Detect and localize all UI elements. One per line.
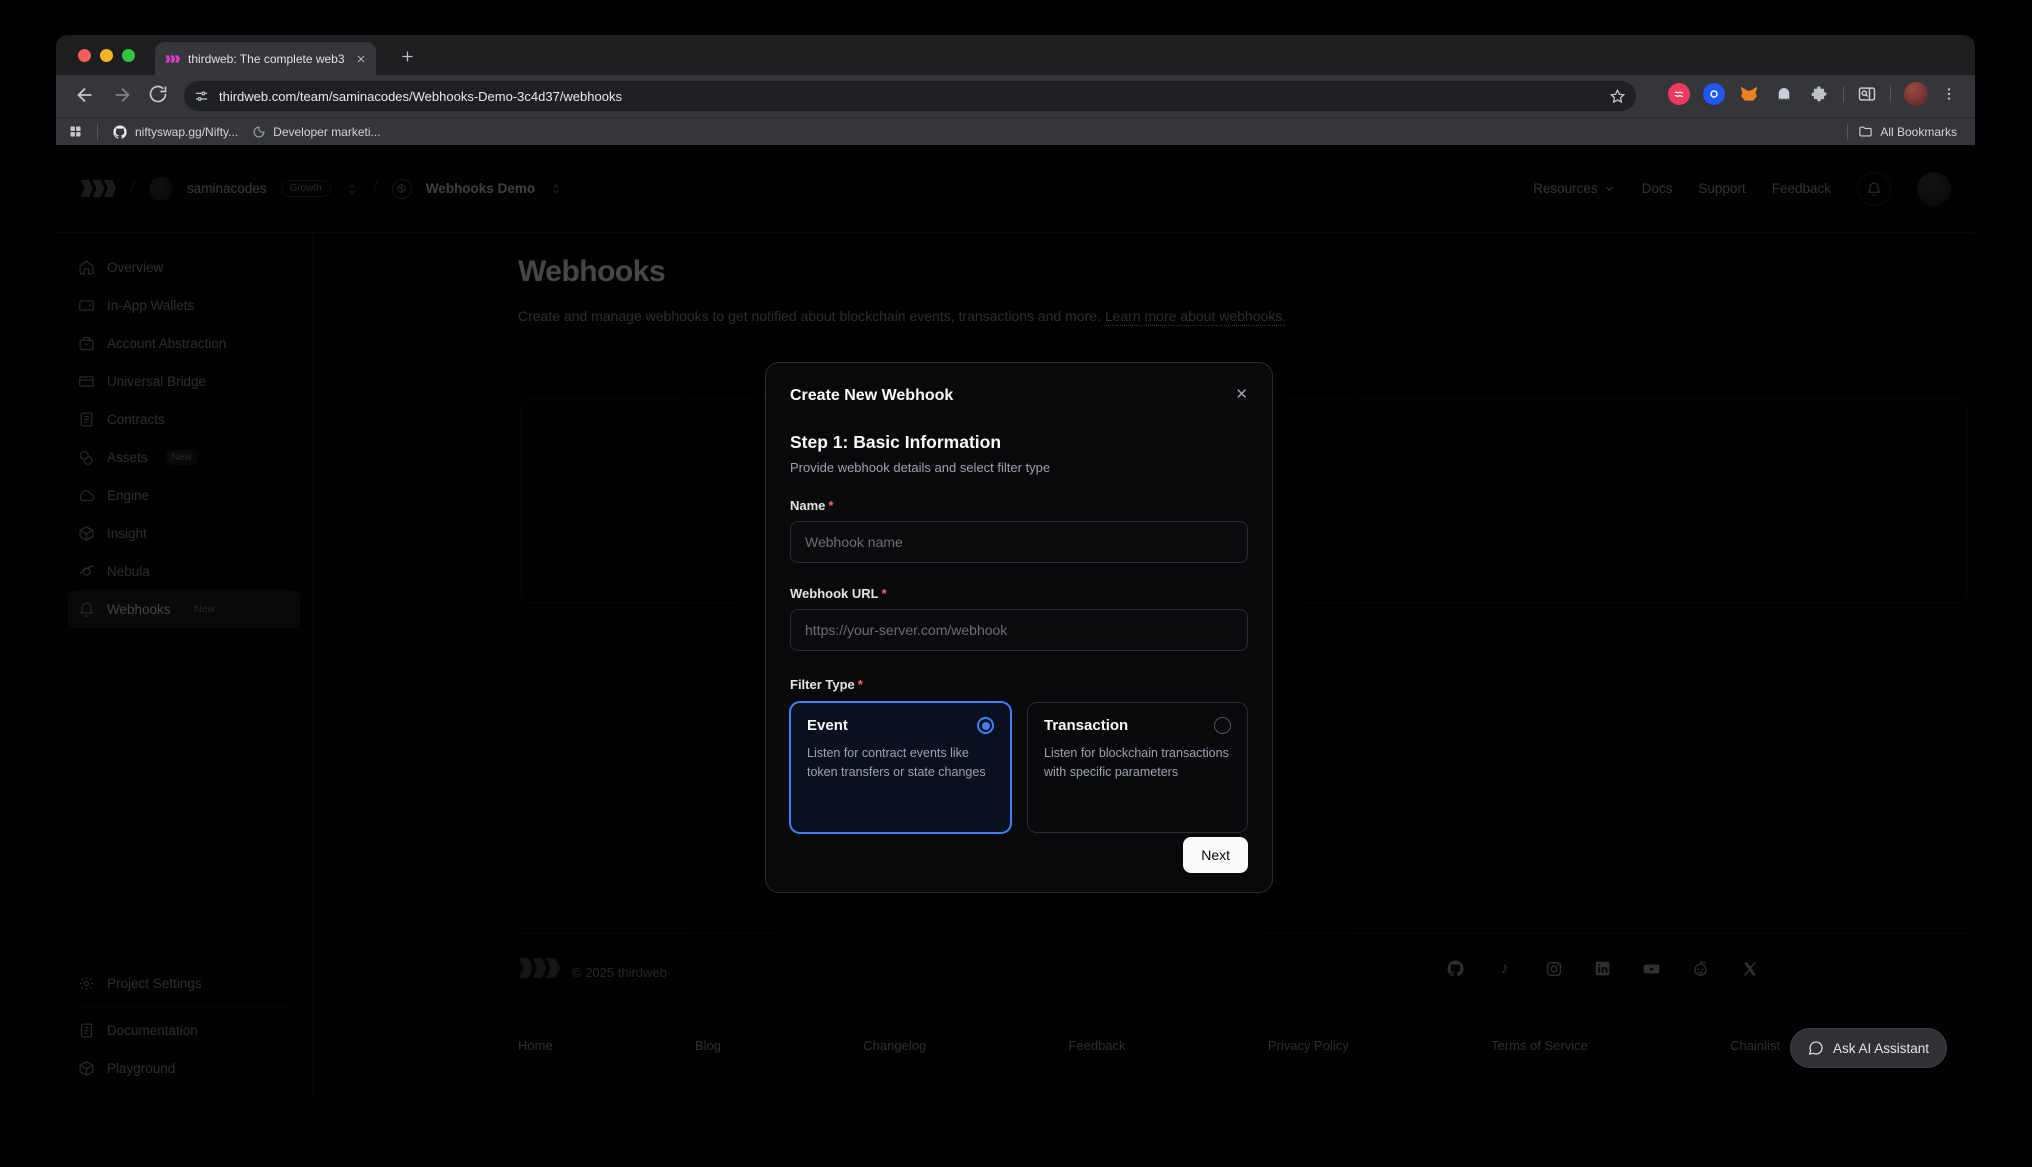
apps-grid-icon[interactable] bbox=[68, 124, 83, 139]
tab-title: thirdweb: The complete web3 bbox=[188, 52, 348, 66]
minimize-window-button[interactable] bbox=[100, 49, 113, 62]
extension-pink-icon[interactable] bbox=[1668, 83, 1690, 105]
bookmark-label: Developer marketi... bbox=[273, 125, 380, 139]
chat-bubble-icon bbox=[1808, 1040, 1824, 1056]
phantom-ghost-icon[interactable] bbox=[1773, 83, 1795, 105]
bookmark-item[interactable]: niftyswap.gg/Nifty... bbox=[112, 124, 238, 140]
extensions-puzzle-icon[interactable] bbox=[1808, 83, 1830, 105]
radio-unselected-icon[interactable] bbox=[1214, 717, 1231, 734]
bookmark-item[interactable]: Developer marketi... bbox=[252, 125, 380, 139]
step-title: Step 1: Basic Information bbox=[790, 432, 1248, 453]
thirdweb-favicon bbox=[165, 54, 180, 64]
crescent-favicon bbox=[252, 125, 266, 139]
browser-window: thirdweb: The complete web3 thirdweb.com… bbox=[56, 35, 1975, 1095]
create-webhook-modal: Create New Webhook ✕ Step 1: Basic Infor… bbox=[765, 362, 1273, 893]
page-viewport: / saminacodes Growth / Webhooks Demo Re bbox=[56, 145, 1975, 1095]
name-label: Name* bbox=[790, 498, 1248, 513]
close-icon[interactable]: ✕ bbox=[1235, 387, 1248, 402]
required-marker: * bbox=[858, 677, 863, 692]
folder-icon bbox=[1858, 124, 1873, 139]
modal-title: Create New Webhook bbox=[790, 387, 953, 405]
close-window-button[interactable] bbox=[78, 49, 91, 62]
side-panel-search-icon[interactable] bbox=[1857, 84, 1877, 104]
webhook-url-input[interactable] bbox=[790, 609, 1248, 651]
url-text[interactable]: thirdweb.com/team/saminacodes/Webhooks-D… bbox=[219, 89, 622, 104]
webhook-name-input[interactable] bbox=[790, 521, 1248, 563]
step-subtitle: Provide webhook details and select filte… bbox=[790, 460, 1248, 475]
all-bookmarks-button[interactable]: All Bookmarks bbox=[1858, 124, 1957, 139]
webhook-url-label: Webhook URL* bbox=[790, 586, 1248, 601]
site-info-icon[interactable] bbox=[194, 89, 209, 104]
address-bar[interactable]: thirdweb.com/team/saminacodes/Webhooks-D… bbox=[184, 81, 1636, 111]
required-marker: * bbox=[828, 498, 833, 513]
filter-option-event[interactable]: Event Listen for contract events like to… bbox=[790, 702, 1011, 833]
browser-menu-icon[interactable] bbox=[1941, 86, 1957, 102]
browser-toolbar: thirdweb.com/team/saminacodes/Webhooks-D… bbox=[56, 75, 1975, 117]
filter-option-transaction[interactable]: Transaction Listen for blockchain transa… bbox=[1027, 702, 1248, 833]
bookmark-label: niftyswap.gg/Nifty... bbox=[135, 125, 238, 139]
bookmark-star-icon[interactable] bbox=[1609, 88, 1626, 105]
new-tab-button[interactable] bbox=[394, 43, 420, 69]
radio-selected-icon[interactable] bbox=[977, 717, 994, 734]
bookmarks-bar: niftyswap.gg/Nifty... Developer marketi.… bbox=[56, 117, 1975, 145]
filter-type-label: Filter Type* bbox=[790, 677, 1248, 692]
reload-icon[interactable] bbox=[148, 84, 172, 108]
metamask-icon[interactable] bbox=[1738, 83, 1760, 105]
all-bookmarks-label: All Bookmarks bbox=[1880, 125, 1957, 139]
zoom-window-button[interactable] bbox=[122, 49, 135, 62]
browser-tab[interactable]: thirdweb: The complete web3 bbox=[155, 42, 376, 75]
extension-wallet-icon[interactable] bbox=[1703, 83, 1725, 105]
github-favicon bbox=[112, 124, 128, 140]
ask-ai-assistant-button[interactable]: Ask AI Assistant bbox=[1790, 1028, 1947, 1068]
browser-profile-avatar[interactable] bbox=[1904, 82, 1928, 106]
required-marker: * bbox=[882, 586, 887, 601]
next-button[interactable]: Next bbox=[1183, 837, 1248, 873]
forward-icon[interactable] bbox=[111, 84, 135, 108]
tab-close-icon[interactable] bbox=[356, 54, 366, 64]
tab-strip: thirdweb: The complete web3 bbox=[56, 35, 1975, 75]
back-icon[interactable] bbox=[74, 84, 98, 108]
traffic-lights bbox=[78, 49, 135, 62]
